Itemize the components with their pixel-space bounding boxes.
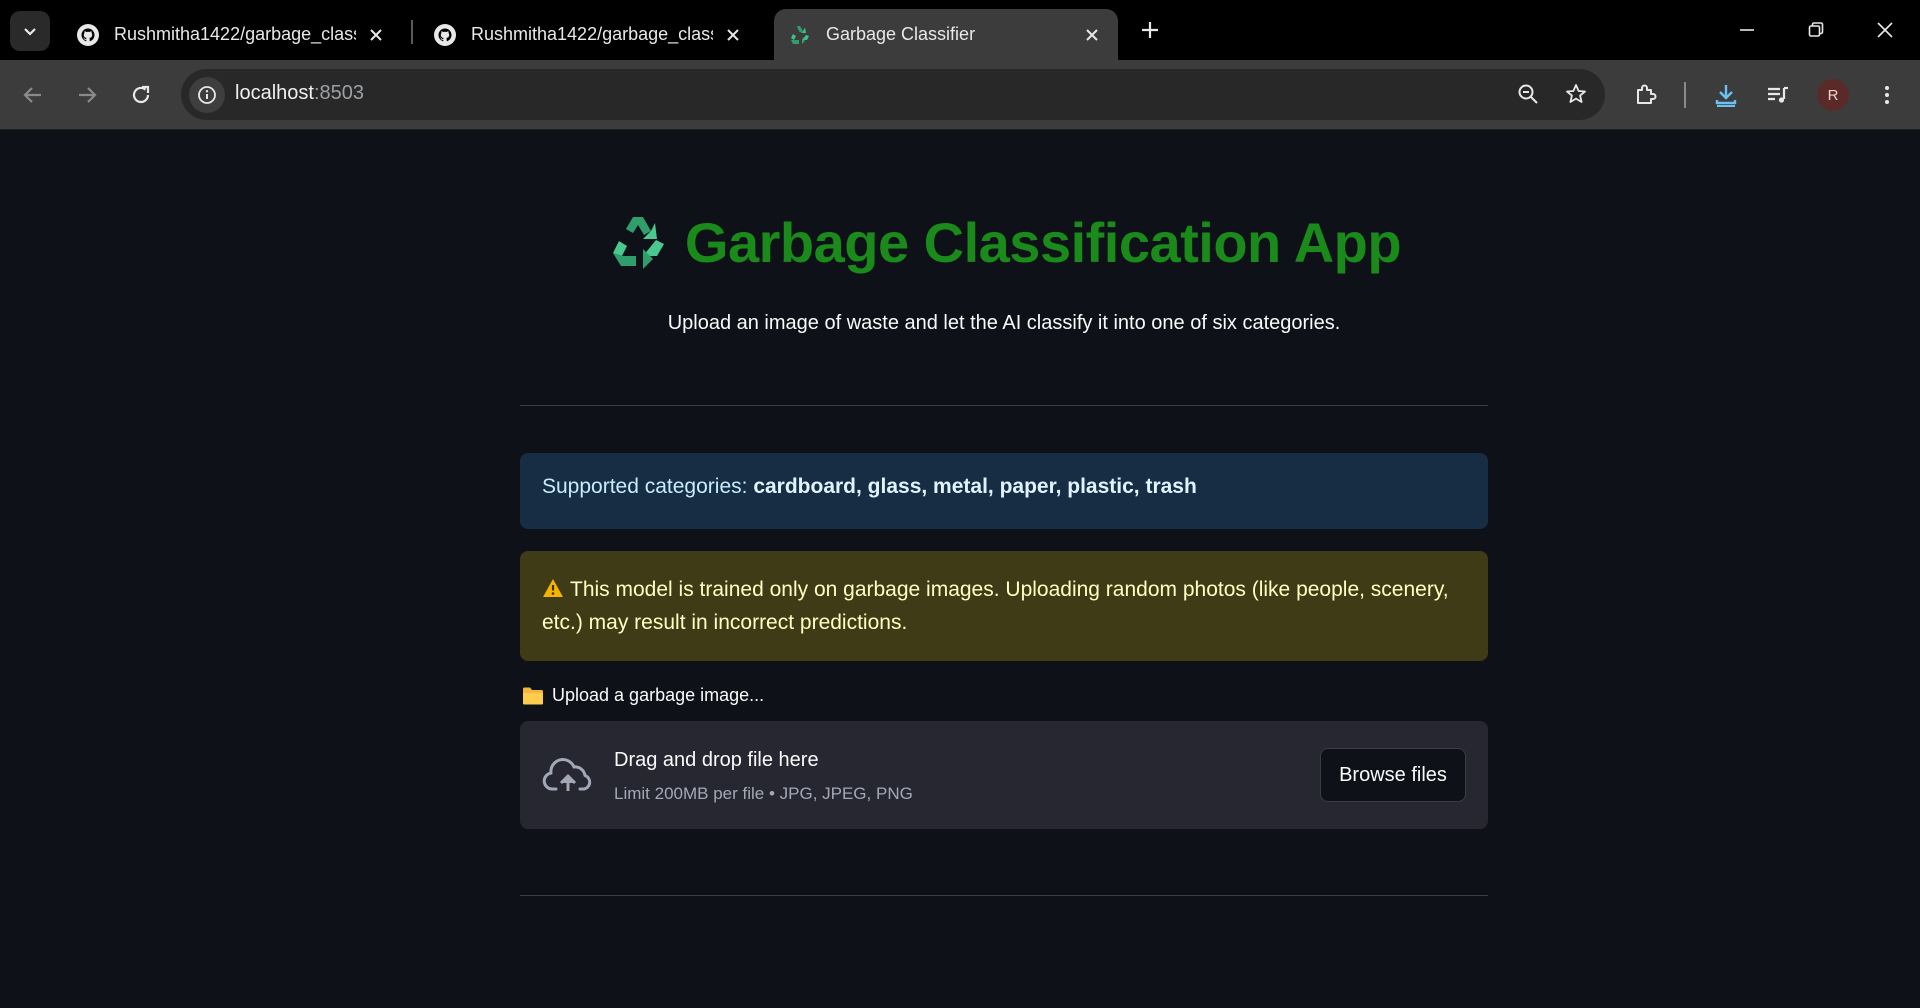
recycle-icon xyxy=(612,216,664,269)
info-icon xyxy=(198,86,216,104)
extensions-button[interactable] xyxy=(1629,78,1663,112)
media-controls-button[interactable] xyxy=(1761,78,1795,112)
browser-tab-1[interactable]: Rushmitha1422/garbage_classif xyxy=(62,9,402,60)
plus-icon xyxy=(1142,22,1158,38)
queue-music-icon xyxy=(1768,86,1788,103)
category-list: cardboard, glass, metal, paper, plastic,… xyxy=(753,475,1197,498)
browser-menu-button[interactable] xyxy=(1870,78,1904,112)
tab-close-icon[interactable] xyxy=(364,23,388,47)
page-title: Garbage Classification App xyxy=(520,210,1488,275)
recycle-icon xyxy=(791,25,809,44)
address-bar[interactable]: localhost:8503 xyxy=(181,69,1605,120)
file-dropzone[interactable]: Drag and drop file here Limit 200MB per … xyxy=(520,721,1488,829)
bookmark-button[interactable] xyxy=(1559,77,1593,111)
restore-button[interactable] xyxy=(1802,16,1830,44)
tab-separator xyxy=(411,20,413,44)
reload-icon xyxy=(132,85,150,104)
warning-icon xyxy=(543,579,563,597)
zoom-button[interactable] xyxy=(1511,77,1545,111)
forward-button[interactable] xyxy=(70,78,104,112)
restore-icon xyxy=(1808,22,1824,37)
minimize-icon xyxy=(1740,29,1754,31)
more-vert-icon xyxy=(1885,86,1889,104)
github-icon xyxy=(434,23,456,46)
browse-files-button[interactable]: Browse files xyxy=(1320,748,1466,802)
warning-text: This model is trained only on garbage im… xyxy=(542,578,1449,634)
github-icon xyxy=(77,23,99,46)
profile-avatar[interactable]: R xyxy=(1817,79,1849,111)
divider-top xyxy=(520,405,1488,406)
reload-button[interactable] xyxy=(124,78,158,112)
folder-icon xyxy=(523,687,543,704)
chevron-down-icon xyxy=(24,28,36,36)
puzzle-icon xyxy=(1637,84,1657,104)
new-tab-button[interactable] xyxy=(1136,16,1164,44)
browser-tab-2[interactable]: Rushmitha1422/garbage_classif xyxy=(419,9,759,60)
warning-alert: This model is trained only on garbage im… xyxy=(520,551,1488,661)
info-alert: Supported categories: cardboard, glass, … xyxy=(520,453,1488,529)
downloads-button[interactable] xyxy=(1709,78,1743,112)
site-info-button[interactable] xyxy=(189,77,225,113)
uploader-label: Upload a garbage image... xyxy=(522,685,764,706)
url-text[interactable]: localhost:8503 xyxy=(235,82,364,105)
download-icon xyxy=(1715,85,1737,107)
browser-toolbar: localhost:8503 R xyxy=(0,60,1920,130)
star-icon xyxy=(1566,84,1586,103)
app-subtitle: Upload an image of waste and let the AI … xyxy=(667,312,1341,334)
streamlit-page: Garbage Classification App Upload an ima… xyxy=(0,130,1920,1007)
tab-close-icon[interactable] xyxy=(1080,23,1104,47)
arrow-left-icon xyxy=(23,87,41,103)
browser-tab-3-active[interactable]: Garbage Classifier xyxy=(774,9,1118,60)
tab-title: Rushmitha1422/garbage_classif xyxy=(471,24,713,44)
uploader-label-text: Upload a garbage image... xyxy=(552,685,765,705)
tab-search-button[interactable] xyxy=(10,11,50,51)
back-button[interactable] xyxy=(16,78,50,112)
zoom-out-icon xyxy=(1518,84,1538,104)
url-port: :8503 xyxy=(313,82,364,104)
app-title: Garbage Classification App xyxy=(684,211,1402,274)
cloud-upload-icon xyxy=(542,758,592,791)
info-prefix: Supported categories: xyxy=(542,475,754,498)
divider-bottom xyxy=(520,895,1488,896)
tab-title: Rushmitha1422/garbage_classif xyxy=(114,24,356,44)
close-icon xyxy=(1877,22,1893,38)
close-window-button[interactable] xyxy=(1871,16,1899,44)
tab-title: Garbage Classifier xyxy=(826,24,976,44)
minimize-button[interactable] xyxy=(1733,16,1761,44)
dropzone-instructions: Drag and drop file here xyxy=(614,749,819,771)
dropzone-limit: Limit 200MB per file • JPG, JPEG, PNG xyxy=(614,784,913,803)
arrow-right-icon xyxy=(79,87,97,103)
tab-close-icon[interactable] xyxy=(721,23,745,47)
url-host: localhost xyxy=(235,82,314,104)
browser-tab-strip: Rushmitha1422/garbage_classif Rushmitha1… xyxy=(0,0,1920,60)
toolbar-divider xyxy=(1684,82,1686,108)
